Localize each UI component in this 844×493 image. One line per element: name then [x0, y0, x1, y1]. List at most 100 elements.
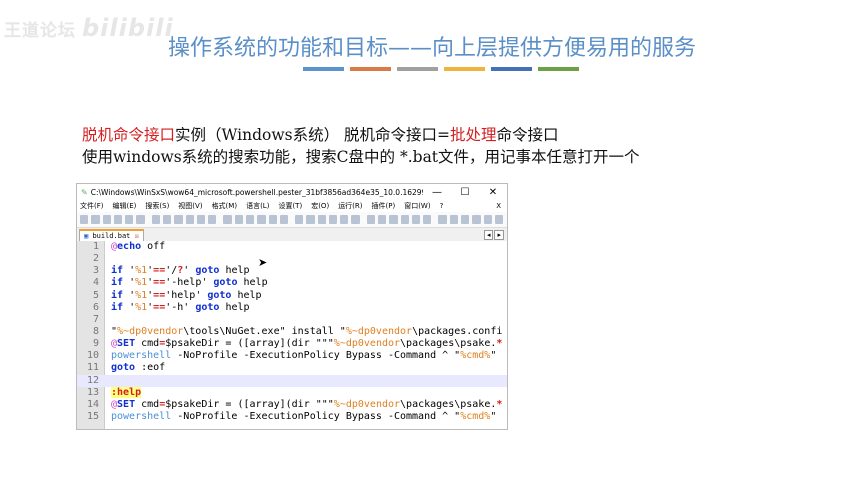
- toolbar-button-icon[interactable]: [400, 215, 409, 224]
- toolbar-button-icon[interactable]: [378, 215, 387, 224]
- line-number: 14: [86, 398, 99, 410]
- code-token: ": [490, 350, 497, 362]
- menu-bar: 文件(F) 编辑(E) 搜索(S) 视图(V) 格式(M) 语言(L) 设置(T) 宏(O) 运…: [77, 200, 507, 212]
- line-number: 3: [92, 265, 99, 277]
- toolbar-button-icon[interactable]: [328, 215, 338, 224]
- toolbar-button-icon[interactable]: [162, 215, 172, 224]
- menu-item[interactable]: 运行(R): [338, 201, 362, 211]
- code-text: goto :eof: [111, 362, 165, 374]
- maximize-button[interactable]: ☐: [451, 187, 479, 198]
- code-token: $psakeDir = ([array](dir """: [165, 398, 334, 410]
- code-line: 2: [77, 253, 507, 265]
- highlight-text: 批处理: [450, 126, 497, 144]
- toolbar-button-icon[interactable]: [423, 215, 432, 224]
- tab-build-bat[interactable]: ▣ build.bat ☒: [79, 229, 144, 241]
- toolbar-button-icon[interactable]: [366, 215, 376, 224]
- toolbar-button-icon[interactable]: [389, 215, 398, 224]
- toolbar-button-icon[interactable]: [295, 215, 304, 224]
- toolbar-button-icon[interactable]: [125, 215, 134, 224]
- code-token: %~dp0vendor: [345, 325, 413, 337]
- toolbar-button-icon[interactable]: [102, 215, 111, 224]
- toolbar-button-icon[interactable]: [411, 215, 421, 224]
- tab-scroll-right[interactable]: ▸: [494, 230, 504, 240]
- line-number: 12: [86, 374, 99, 386]
- window-title: C:\Windows\WinSxS\wow64_microsoft.powers…: [90, 187, 423, 197]
- toolbar-button-icon[interactable]: [279, 215, 289, 224]
- close-button[interactable]: ✕: [479, 187, 507, 198]
- toolbar-button-icon[interactable]: [449, 215, 458, 224]
- accent-bar: [444, 67, 485, 71]
- code-token: %~dp0vendor: [333, 398, 401, 410]
- menu-item[interactable]: 搜索(S): [145, 201, 169, 211]
- toolbar-button-icon[interactable]: [80, 215, 89, 224]
- code-token: goto: [111, 362, 136, 374]
- text: 命令接口: [496, 126, 559, 144]
- menu-item[interactable]: 格式(M): [212, 201, 238, 211]
- toolbar-button-icon[interactable]: [113, 215, 123, 224]
- code-line: 10 powershell -NoProfile -ExecutionPolicy…: [77, 350, 507, 362]
- menu-item[interactable]: 视图(V): [178, 201, 202, 211]
- toolbar-button-icon[interactable]: [185, 215, 194, 224]
- code-token: :eof: [135, 362, 166, 374]
- toolbar-button-icon[interactable]: [306, 215, 315, 224]
- minimize-button[interactable]: —: [423, 187, 451, 198]
- code-token: %~dp0vendor: [117, 325, 184, 337]
- code-token: \packages\psake.: [400, 398, 497, 410]
- toolbar-button-icon[interactable]: [268, 215, 277, 224]
- menu-item[interactable]: 设置(T): [278, 201, 302, 211]
- toolbar-button-icon[interactable]: [317, 215, 326, 224]
- code-token: ': [183, 265, 196, 277]
- menu-item[interactable]: 窗口(W): [404, 201, 430, 211]
- toolbar-button-icon[interactable]: [472, 215, 481, 224]
- code-token: goto: [195, 265, 220, 277]
- code-token: help: [237, 277, 268, 289]
- toolbar-button-icon[interactable]: [351, 215, 360, 224]
- code-token: -NoProfile -ExecutionPolicy Bypass -Comm…: [171, 350, 461, 362]
- toolbar-button-icon[interactable]: [208, 215, 217, 224]
- code-token: goto: [195, 301, 220, 313]
- toolbar-button-icon[interactable]: [461, 215, 470, 224]
- line-number: 10: [86, 350, 99, 362]
- code-text: @SET cmd=$psakeDir = ([array](dir """%~d…: [111, 338, 502, 350]
- menu-item[interactable]: 编辑(E): [113, 201, 137, 211]
- save-icon: ▣: [84, 232, 89, 240]
- code-token: %1: [135, 277, 148, 289]
- code-token: if: [111, 301, 124, 313]
- toolbar-button-icon[interactable]: [151, 215, 160, 224]
- toolbar-button-icon[interactable]: [438, 215, 447, 224]
- tab-scroll-left[interactable]: ◂: [483, 230, 494, 240]
- menu-item[interactable]: ?: [440, 202, 444, 210]
- code-text: if '%1'=='-h' goto help: [111, 302, 250, 314]
- toolbar-button-icon[interactable]: [340, 215, 349, 224]
- code-text: "%~dp0vendor\tools\NuGet.exe" install "%…: [111, 326, 502, 338]
- toolbar-button-icon[interactable]: [196, 215, 206, 224]
- code-line: 3 if '%1'=='/?' goto help: [77, 265, 507, 277]
- menu-item[interactable]: 宏(O): [311, 201, 329, 211]
- close-document-button[interactable]: X: [496, 202, 501, 210]
- toolbar-button-icon[interactable]: [257, 215, 266, 224]
- code-text: @echo off: [111, 241, 165, 253]
- line-number: 5: [92, 289, 99, 301]
- close-tab-icon[interactable]: ☒: [135, 232, 139, 240]
- toolbar-button-icon[interactable]: [223, 215, 232, 224]
- toolbar-button-icon[interactable]: [483, 215, 492, 224]
- toolbar-button-icon[interactable]: [174, 215, 183, 224]
- code-line: 7: [77, 314, 507, 326]
- toolbar-button-icon[interactable]: [136, 215, 145, 224]
- menu-item[interactable]: 插件(P): [372, 201, 396, 211]
- menu-item[interactable]: 语言(L): [246, 201, 269, 211]
- code-token: \packages.confi: [412, 325, 503, 337]
- toolbar-button-icon[interactable]: [494, 215, 504, 224]
- code-line: 15 powershell -NoProfile -ExecutionPolicy…: [77, 411, 507, 423]
- code-token: goto: [207, 289, 232, 301]
- toolbar-button-icon[interactable]: [91, 215, 100, 224]
- code-token: %cmd%: [460, 350, 491, 362]
- line-number: 9: [92, 338, 99, 350]
- code-editor[interactable]: 1 @echo off 2 3 if '%1'=='/?' goto help 4 if '…: [77, 241, 507, 429]
- code-line: 12: [77, 374, 507, 387]
- menu-item[interactable]: 文件(F): [80, 201, 104, 211]
- code-line: 13:help: [77, 386, 507, 399]
- code-line: 6 if '%1'=='-h' goto help: [77, 302, 507, 314]
- toolbar-button-icon[interactable]: [245, 215, 255, 224]
- toolbar-button-icon[interactable]: [234, 215, 243, 224]
